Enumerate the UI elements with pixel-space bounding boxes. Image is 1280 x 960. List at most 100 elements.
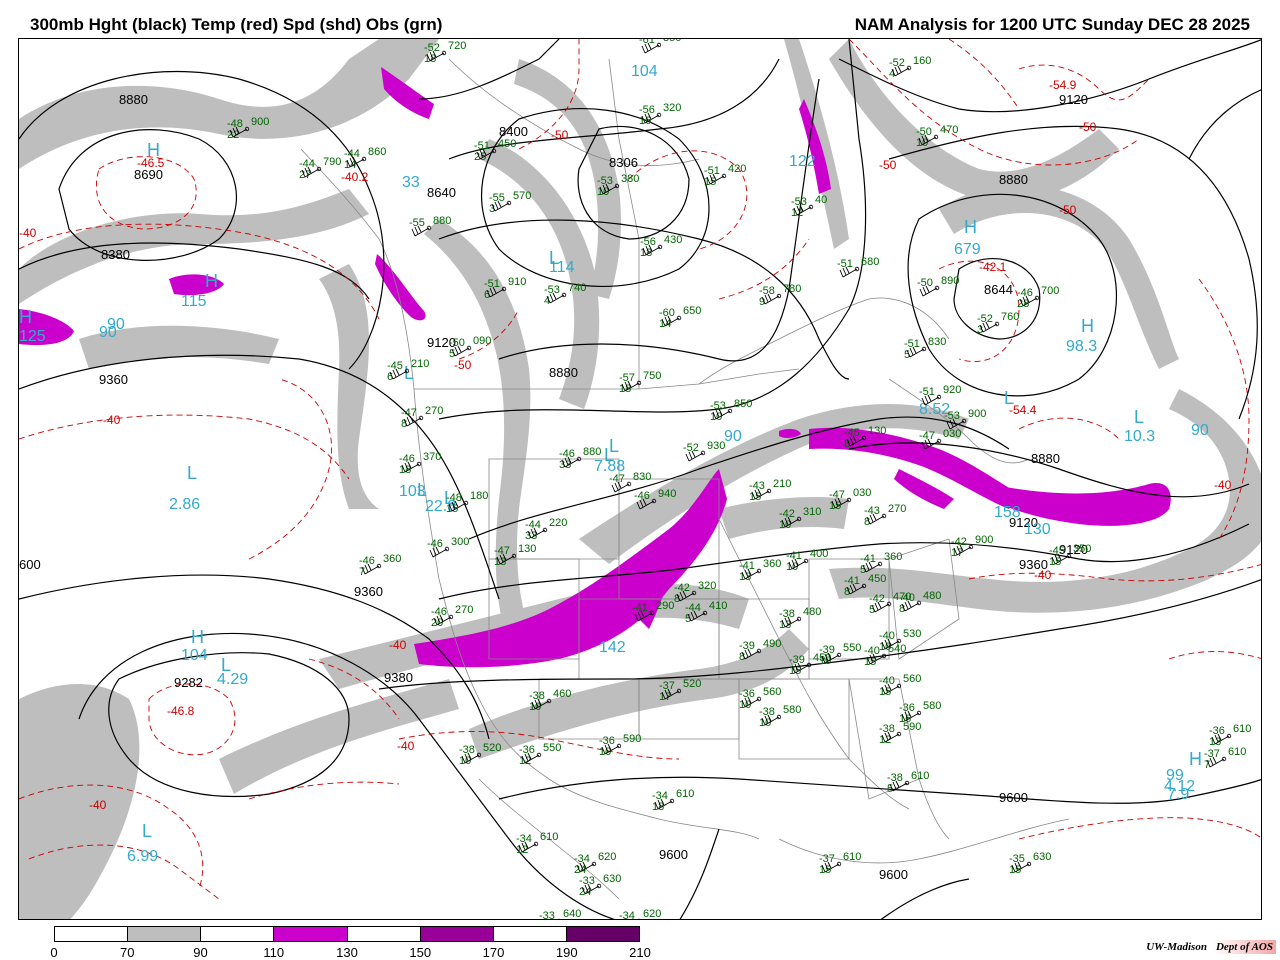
station-value: 420 xyxy=(728,163,746,175)
high-low-marker: L xyxy=(549,248,559,268)
station-observation: -56 32016 xyxy=(639,102,681,127)
temp-label: -46.8 xyxy=(167,704,195,718)
station-observation: -36 55012 xyxy=(519,742,561,767)
high-low-marker: L xyxy=(1134,407,1144,427)
speed-label: 158 xyxy=(994,504,1021,521)
station-value: 610 xyxy=(1228,746,1246,758)
height-label: 9600 xyxy=(659,847,688,862)
station-value: 590 xyxy=(903,721,921,733)
credit: UW-Madison Dept of AOS xyxy=(1146,940,1276,954)
weather-map[interactable]: 8880 8690 8380 9360 8400 8306 8640 9120 8880 9120… xyxy=(18,38,1262,920)
station-value: 430 xyxy=(664,234,682,246)
station-value: 490 xyxy=(763,638,781,650)
station-value: 630 xyxy=(603,873,621,885)
speed-label: 679 xyxy=(954,241,981,258)
height-label: 9600 xyxy=(879,867,908,882)
legend-tick-label: 150 xyxy=(409,945,432,960)
station-value: 480 xyxy=(923,590,941,602)
legend-tick-label: 190 xyxy=(555,945,578,960)
height-label: 8644 xyxy=(984,282,1013,297)
station-value: 780 xyxy=(783,283,801,295)
speed-label: 33 xyxy=(402,174,420,191)
station-observation: -52 7603 xyxy=(977,311,1019,336)
height-label: 9360 xyxy=(99,372,128,387)
station-observation: -33 640 xyxy=(539,908,581,919)
speed-label: 104 xyxy=(181,647,208,664)
station-value: 700 xyxy=(1041,285,1059,297)
height-label: 8380 xyxy=(101,247,130,262)
high-low-marker: L xyxy=(604,445,614,465)
map-canvas: 8880869083809360840083068640912088809120… xyxy=(19,39,1261,919)
station-circle xyxy=(638,918,640,919)
legend-tick-label: 110 xyxy=(263,945,285,960)
station-observation: -33 63024 xyxy=(579,873,621,898)
station-value: 610 xyxy=(1233,723,1251,735)
height-label: 8880 xyxy=(119,92,148,107)
temp-label: -40 xyxy=(1214,478,1232,492)
high-low-marker: H xyxy=(1081,316,1094,336)
temp-label: -40 xyxy=(89,798,107,812)
speed-label: 98.3 xyxy=(1066,338,1097,355)
station-value: 160 xyxy=(913,55,931,67)
credit-org: UW-Madison xyxy=(1146,941,1207,953)
station-observation: -43 2708 xyxy=(864,503,906,528)
station-value: 860 xyxy=(368,146,386,158)
station-value: 470 xyxy=(893,591,911,603)
legend-swatch xyxy=(274,927,348,941)
station-value: 220 xyxy=(549,517,567,529)
station-value: 850 xyxy=(734,398,752,410)
temp-label: -40 xyxy=(103,413,121,427)
station-observation: -56 43018 xyxy=(640,234,682,259)
station-observation: -46 3607 xyxy=(359,553,401,578)
station-observation: -46 70028 xyxy=(1017,285,1059,310)
station-value: 40 xyxy=(815,194,827,206)
station-value: 900 xyxy=(975,534,993,546)
station-observation: -36 59010 xyxy=(599,733,641,758)
speed-label: 104 xyxy=(631,63,658,80)
station-value: 610 xyxy=(676,788,694,800)
station-value: 370 xyxy=(423,451,441,463)
temp-label: -50 xyxy=(879,158,897,172)
temp-label: -40 xyxy=(19,226,37,240)
station-value: 320 xyxy=(663,102,681,114)
station-observation: -42 90017 xyxy=(951,534,993,559)
temp-label: -40 xyxy=(397,739,415,753)
station-value: 630 xyxy=(1033,851,1051,863)
station-value: 760 xyxy=(1001,311,1019,323)
height-label: 8880 xyxy=(1031,451,1060,466)
temp-label: -54.9 xyxy=(1049,78,1077,92)
station-value: 130 xyxy=(518,543,536,555)
station-value: 790 xyxy=(323,156,341,168)
station-value: -55 xyxy=(409,217,425,229)
station-value: 550 xyxy=(543,742,561,754)
legend-swatch xyxy=(420,927,494,941)
station-value: 470 xyxy=(940,124,958,136)
station-observation: -50 47010 xyxy=(916,124,958,149)
station-value: 270 xyxy=(455,604,473,616)
temp-label: -50 xyxy=(551,128,569,142)
station-value: 130 xyxy=(868,425,886,437)
station-value: -47 xyxy=(919,430,935,442)
station-observation: -34 61012 xyxy=(516,831,558,856)
station-observation: -51 42015 xyxy=(704,163,746,188)
station-value: 740 xyxy=(568,282,586,294)
station-value: -61 xyxy=(639,39,655,46)
station-value: 380 xyxy=(621,173,639,185)
station-value: 900 xyxy=(251,116,269,128)
legend-tick-label: 170 xyxy=(482,945,505,960)
station-value: 270 xyxy=(888,503,906,515)
station-value: 680 xyxy=(861,256,879,268)
station-value: 360 xyxy=(884,551,902,563)
high-low-marker: H xyxy=(191,627,204,647)
station-value: 560 xyxy=(763,686,781,698)
station-value: 450 xyxy=(868,573,886,585)
station-observation: -44 22033 xyxy=(525,517,567,542)
station-value: -52 xyxy=(683,442,699,454)
station-value: 620 xyxy=(598,851,616,863)
height-label: 8880 xyxy=(999,172,1028,187)
station-value: 030 xyxy=(853,487,871,499)
station-value: 400 xyxy=(810,548,828,560)
legend-swatch xyxy=(493,927,567,941)
station-value: 270 xyxy=(425,405,443,417)
station-observation: -53 4012 xyxy=(791,194,827,219)
